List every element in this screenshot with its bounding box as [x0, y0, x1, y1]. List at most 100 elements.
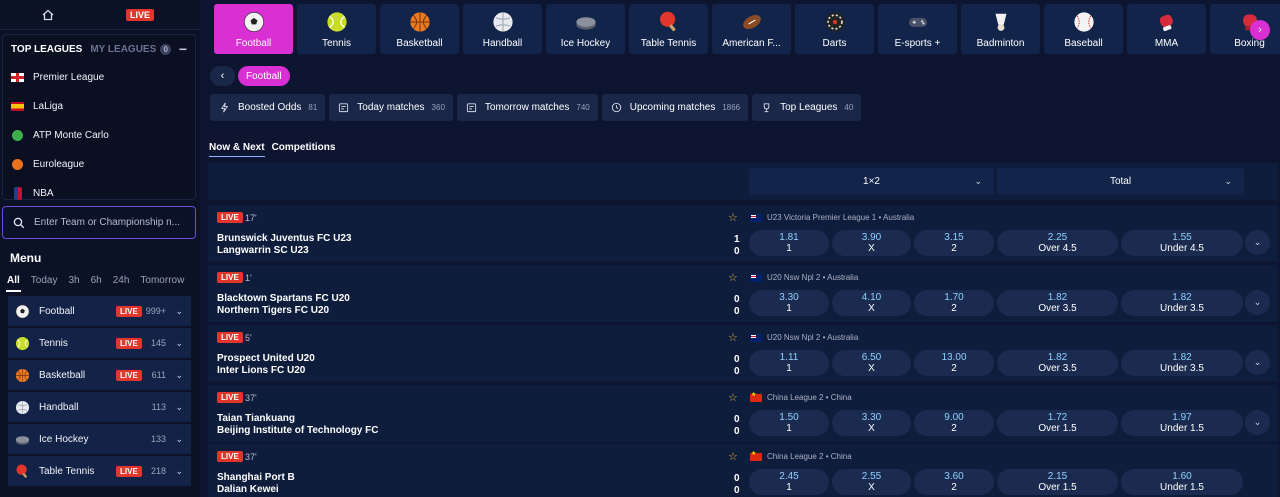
match-row[interactable]: LIVE 17' Brunswick Juventus FC U23 Langw…: [208, 205, 1278, 262]
odd-button-home[interactable]: 1.50 1: [749, 410, 829, 436]
odd-button-under[interactable]: 1.82 Under 3.5: [1121, 290, 1243, 316]
favorite-star-icon[interactable]: ☆: [728, 450, 738, 463]
favorite-star-icon[interactable]: ☆: [728, 391, 738, 404]
odd-button-over[interactable]: 1.72 Over 1.5: [997, 410, 1118, 436]
sport-tile-darts[interactable]: Darts: [795, 4, 874, 54]
odd-button-home[interactable]: 1.81 1: [749, 230, 829, 256]
filter-today-matches[interactable]: Today matches 360: [329, 94, 453, 121]
menu-item-handball[interactable]: Handball 113 ⌄: [8, 392, 191, 422]
tab-tomorrow[interactable]: Tomorrow: [139, 274, 185, 292]
chevron-down-icon[interactable]: ⌄: [175, 402, 183, 413]
odd-button-over[interactable]: 1.82 Over 3.5: [997, 350, 1118, 376]
menu-item-football[interactable]: Football LIVE 999+ ⌄: [8, 296, 191, 326]
odd-button-home[interactable]: 3.30 1: [749, 290, 829, 316]
odd-button-draw[interactable]: 3.90 X: [832, 230, 911, 256]
tab-6h[interactable]: 6h: [90, 274, 103, 292]
odd-button-home[interactable]: 2.45 1: [749, 469, 829, 495]
odd-button-draw[interactable]: 6.50 X: [832, 350, 911, 376]
odd-button-under[interactable]: 1.82 Under 3.5: [1121, 350, 1243, 376]
home-icon[interactable]: [42, 9, 54, 21]
filter-tomorrow-matches[interactable]: Tomorrow matches 740: [456, 94, 598, 121]
odd-button-over[interactable]: 2.15 Over 1.5: [997, 469, 1118, 495]
tab-my-leagues[interactable]: MY LEAGUES: [90, 44, 156, 55]
tab-competitions[interactable]: Competitions: [272, 142, 336, 157]
tab-today[interactable]: Today: [30, 274, 59, 292]
filter-top-leagues[interactable]: Top Leagues 40: [752, 94, 862, 121]
market-label: Total: [1109, 176, 1132, 187]
odd-button-under[interactable]: 1.60 Under 1.5: [1121, 469, 1243, 495]
live-button[interactable]: LIVE: [125, 8, 154, 21]
odd-label: X: [868, 303, 875, 314]
match-row[interactable]: LIVE 1' Blacktown Spartans FC U20 Northe…: [208, 265, 1278, 322]
odd-button-draw[interactable]: 3.30 X: [832, 410, 911, 436]
sidebar-league-laliga[interactable]: LaLiga: [3, 92, 195, 121]
tab-24h[interactable]: 24h: [112, 274, 131, 292]
market-select-1x2[interactable]: 1×2 ⌄: [749, 168, 994, 195]
sport-tile-american-football[interactable]: American F...: [712, 4, 791, 54]
match-row[interactable]: LIVE 37' Shanghai Port B Dalian Kewei 0 …: [208, 444, 1278, 497]
odd-button-draw[interactable]: 4.10 X: [832, 290, 911, 316]
time-filter-tabs: All Today 3h 6h 24h Tomorrow: [6, 274, 194, 292]
sport-tile-badminton[interactable]: Badminton: [961, 4, 1040, 54]
odd-button-over[interactable]: 2.25 Over 4.5: [997, 230, 1118, 256]
sport-tile-basketball[interactable]: Basketball: [380, 4, 459, 54]
sport-tile-football[interactable]: Football: [214, 4, 293, 54]
chevron-down-icon[interactable]: ⌄: [175, 434, 183, 445]
chevron-down-icon[interactable]: ⌄: [175, 370, 183, 381]
chevron-down-icon[interactable]: ⌄: [175, 466, 183, 477]
tab-top-leagues[interactable]: TOP LEAGUES: [11, 44, 82, 55]
menu-item-table-tennis[interactable]: Table Tennis LIVE 218 ⌄: [8, 456, 191, 486]
market-select-total[interactable]: Total ⌄: [997, 168, 1244, 195]
expand-markets-button[interactable]: ⌄: [1245, 410, 1270, 435]
filter-upcoming-matches[interactable]: Upcoming matches 1866: [601, 94, 749, 121]
breadcrumb[interactable]: Football: [238, 66, 290, 86]
sidebar-league-euroleague[interactable]: Euroleague: [3, 150, 195, 179]
odd-value: 3.30: [861, 412, 882, 423]
sidebar-league-atp-monte-carlo[interactable]: ATP Monte Carlo: [3, 121, 195, 150]
filter-boosted-odds[interactable]: Boosted Odds 81: [210, 94, 326, 121]
league-label: LaLiga: [33, 101, 64, 112]
scroll-right-button[interactable]: ›: [1250, 20, 1270, 40]
odd-button-home[interactable]: 1.11 1: [749, 350, 829, 376]
tab-now-next[interactable]: Now & Next: [209, 142, 265, 157]
sport-tile-handball[interactable]: Handball: [463, 4, 542, 54]
favorite-star-icon[interactable]: ☆: [728, 211, 738, 224]
odd-button-away[interactable]: 1.70 2: [914, 290, 994, 316]
sport-tile-ice-hockey[interactable]: Ice Hockey: [546, 4, 625, 54]
odd-button-away[interactable]: 9.00 2: [914, 410, 994, 436]
odd-button-away[interactable]: 13.00 2: [914, 350, 994, 376]
expand-markets-button[interactable]: ⌄: [1245, 350, 1270, 375]
favorite-star-icon[interactable]: ☆: [728, 271, 738, 284]
sport-tile-esports[interactable]: E-sports +: [878, 4, 957, 54]
collapse-icon[interactable]: −: [179, 41, 187, 57]
match-minute: 1': [245, 273, 252, 283]
search-input[interactable]: [34, 217, 189, 228]
sport-tile-baseball[interactable]: Baseball: [1044, 4, 1123, 54]
chevron-down-icon[interactable]: ⌄: [175, 338, 183, 349]
favorite-star-icon[interactable]: ☆: [728, 331, 738, 344]
odd-button-under[interactable]: 1.97 Under 1.5: [1121, 410, 1243, 436]
odd-button-under[interactable]: 1.55 Under 4.5: [1121, 230, 1243, 256]
tab-3h[interactable]: 3h: [67, 274, 80, 292]
odd-button-away[interactable]: 3.15 2: [914, 230, 994, 256]
odd-button-draw[interactable]: 2.55 X: [832, 469, 911, 495]
sidebar-league-nba[interactable]: NBA: [3, 179, 195, 208]
back-button[interactable]: ‹: [210, 66, 235, 86]
menu-item-ice-hockey[interactable]: Ice Hockey 133 ⌄: [8, 424, 191, 454]
sidebar-league-premier-league[interactable]: Premier League: [3, 63, 195, 92]
expand-markets-button[interactable]: ⌄: [1245, 290, 1270, 315]
match-row[interactable]: LIVE 37' Taian Tiankuang Beijing Institu…: [208, 385, 1278, 442]
menu-item-basketball[interactable]: Basketball LIVE 611 ⌄: [8, 360, 191, 390]
expand-markets-button[interactable]: ⌄: [1245, 230, 1270, 255]
sport-tile-table-tennis[interactable]: Table Tennis: [629, 4, 708, 54]
league-label: NBA: [33, 188, 54, 199]
match-row[interactable]: LIVE 5' Prospect United U20 Inter Lions …: [208, 325, 1278, 382]
sport-tile-tennis[interactable]: Tennis: [297, 4, 376, 54]
sport-tile-mma[interactable]: MMA: [1127, 4, 1206, 54]
odd-button-over[interactable]: 1.82 Over 3.5: [997, 290, 1118, 316]
menu-item-tennis[interactable]: Tennis LIVE 145 ⌄: [8, 328, 191, 358]
tab-all[interactable]: All: [6, 274, 21, 292]
chevron-down-icon[interactable]: ⌄: [175, 306, 183, 317]
chevron-down-icon: ⌄: [1253, 237, 1262, 247]
odd-button-away[interactable]: 3.60 2: [914, 469, 994, 495]
